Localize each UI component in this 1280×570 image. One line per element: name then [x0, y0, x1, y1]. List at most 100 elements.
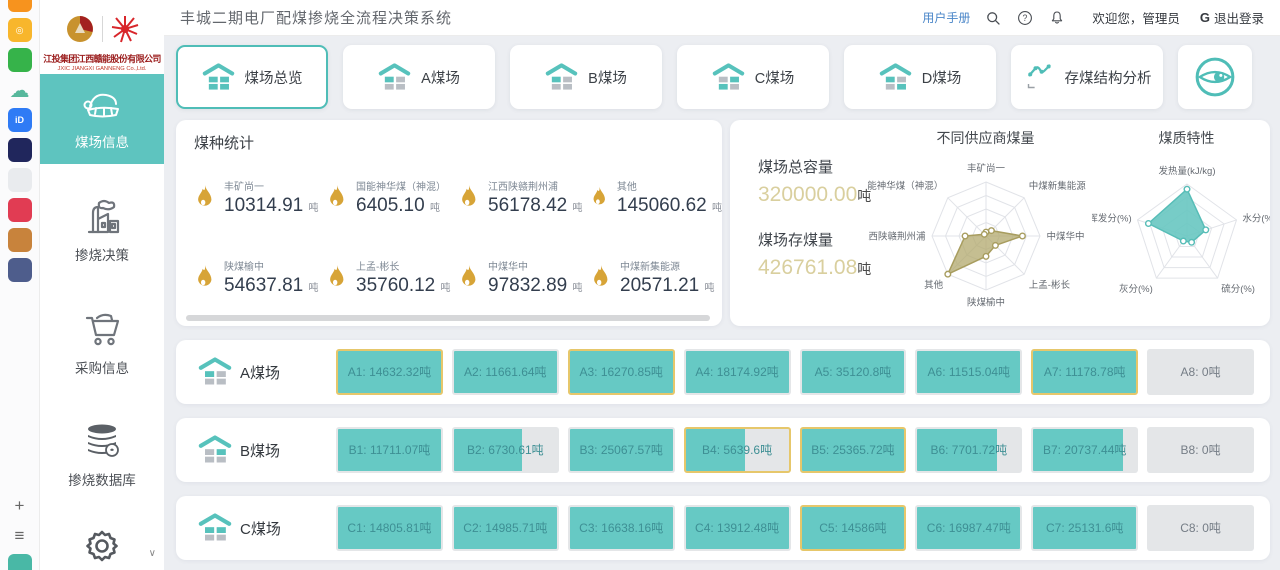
sidebar-item-coal-yard-info[interactable]: 煤场信息 — [40, 74, 164, 164]
yard-cell-c5[interactable]: C5: 14586吨 — [800, 505, 907, 551]
tab-yard-overview[interactable]: 煤场总览 — [176, 45, 328, 109]
yard-cell-b3[interactable]: B3: 25067.57吨 — [568, 427, 675, 473]
dock-game2-app-icon[interactable] — [8, 258, 32, 282]
yard-cell-c7[interactable]: C7: 25131.6吨 — [1031, 505, 1138, 551]
coal-name: 国能神华煤（神混） — [356, 178, 446, 193]
dock-green-app-icon[interactable] — [8, 48, 32, 72]
yard-tabs: 煤场总览 A煤场 B煤场 — [164, 36, 1280, 114]
sidebar-item-blending-decision[interactable]: 掺烧决策 — [40, 186, 164, 276]
yard-cell-b4[interactable]: B4: 5639.6吨 — [684, 427, 791, 473]
chevron-down-icon[interactable]: ∨ — [149, 548, 156, 559]
dock-menu-button[interactable]: ≡ — [15, 524, 25, 548]
svg-text:江西陕赣荆州浦: 江西陕赣荆州浦 — [868, 231, 926, 243]
dock-red-app-icon[interactable] — [8, 198, 32, 222]
yard-summary: 煤场总容量 320000.00吨 煤场存煤量 426761.08吨 — [730, 120, 868, 326]
dock-weibo-app-icon[interactable]: ◎ — [8, 18, 32, 42]
tab-yard-c[interactable]: C煤场 — [677, 45, 829, 109]
yard-cell-a2[interactable]: A2: 11661.64吨 — [452, 349, 559, 395]
database-icon — [81, 422, 123, 460]
yard-cell-c6[interactable]: C6: 16987.47吨 — [915, 505, 1022, 551]
capacity-label: 煤场总容量 — [758, 156, 868, 177]
yard-cell-b2[interactable]: B2: 6730.61吨 — [452, 427, 559, 473]
tab-yard-a[interactable]: A煤场 — [343, 45, 495, 109]
company-name-en: JXIC JIANGXI GANNENG Co.,Ltd. — [57, 65, 146, 71]
yard-b-header: B煤场 — [198, 435, 336, 465]
search-icon[interactable] — [984, 9, 1002, 27]
coal-stat-item: 上孟-彬长 35760.12 吨 — [326, 237, 458, 317]
yard-cell-a7[interactable]: A7: 11178.78吨 — [1031, 349, 1138, 395]
tab-label: 煤场总览 — [245, 67, 303, 88]
coal-value: 97832.89 吨 — [488, 275, 583, 297]
yard-cell-c4[interactable]: C4: 13912.48吨 — [684, 505, 791, 551]
dock-game1-app-icon[interactable] — [8, 228, 32, 252]
flame-icon — [458, 184, 480, 210]
sidebar-item-label: 掺烧数据库 — [68, 469, 136, 489]
yard-cell-a5[interactable]: A5: 35120.8吨 — [800, 349, 907, 395]
coal-name: 上孟-彬长 — [356, 258, 451, 273]
sidebar-item-label: 掺烧决策 — [75, 244, 129, 264]
horizontal-scrollbar[interactable] — [186, 315, 710, 321]
coal-name: 丰矿尚一 — [224, 178, 319, 193]
coal-value: 56178.42 吨 — [488, 195, 583, 217]
tab-label: B煤场 — [588, 67, 627, 88]
yard-b-row: B煤场 B1: 11711.07吨 B2: 6730.61吨 B3: 25067… — [176, 418, 1270, 482]
dock-add-button[interactable]: + — [15, 494, 25, 518]
coal-value: 20571.21 吨 — [620, 275, 715, 297]
yard-cell-a1[interactable]: A1: 14632.32吨 — [336, 349, 443, 395]
dock-grey-app-icon[interactable] — [8, 168, 32, 192]
house-icon — [879, 63, 912, 92]
yard-cell-c2[interactable]: C2: 14985.71吨 — [452, 505, 559, 551]
yard-cell-b7[interactable]: B7: 20737.44吨 — [1031, 427, 1138, 473]
tab-yard-b[interactable]: B煤场 — [510, 45, 662, 109]
coal-name: 其他 — [617, 178, 722, 193]
dock-cloud-app-icon[interactable]: ☁ — [8, 78, 32, 102]
svg-text:丰矿尚一: 丰矿尚一 — [967, 163, 1006, 175]
house-icon — [545, 63, 578, 92]
tab-storage-structure-analysis[interactable]: 存煤结构分析 — [1011, 45, 1163, 109]
sidebar-item-purchase-info[interactable]: 采购信息 — [40, 298, 164, 388]
coal-value: 10314.91 吨 — [224, 195, 319, 217]
supplier-chart-title: 不同供应商煤量 — [937, 128, 1035, 148]
yard-cell-c3[interactable]: C3: 16638.16吨 — [568, 505, 675, 551]
yard-cell-a8[interactable]: A8: 0吨 — [1147, 349, 1254, 395]
yard-cell-c1[interactable]: C1: 14805.81吨 — [336, 505, 443, 551]
yard-cell-a4[interactable]: A4: 18174.92吨 — [684, 349, 791, 395]
view-toggle-button[interactable] — [1178, 45, 1252, 109]
coal-value: 145060.62 吨 — [617, 195, 722, 217]
logout-label: 退出登录 — [1214, 8, 1264, 27]
coal-name: 中煤华中 — [488, 258, 583, 273]
yard-cell-b1[interactable]: B1: 11711.07吨 — [336, 427, 443, 473]
yard-cell-a6[interactable]: A6: 11515.04吨 — [915, 349, 1022, 395]
sidebar-item-blending-database[interactable]: 掺烧数据库 — [40, 410, 164, 500]
help-icon[interactable]: ? — [1016, 9, 1034, 27]
coal-stat-item: 其他 145060.62 吨 — [590, 157, 722, 237]
quality-radar-chart: 煤质特性 发热量(kJ/kg)水分(%)硫分(%)灰分(%)挥发分(%) — [1103, 120, 1270, 326]
user-manual-link[interactable]: 用户手册 — [922, 9, 970, 26]
dock-id-app-icon[interactable]: iD — [8, 108, 32, 132]
app-dock: ◎ ☁ iD + ≡ — [0, 0, 40, 570]
coal-name: 陕煤榆中 — [224, 258, 319, 273]
logo-divider — [102, 16, 103, 42]
yard-a-header: A煤场 — [198, 357, 336, 387]
yard-cell-b8[interactable]: B8: 0吨 — [1147, 427, 1254, 473]
dock-teal-app-icon[interactable] — [8, 554, 32, 570]
coal-stat-item: 江西陕赣荆州浦 56178.42 吨 — [458, 157, 590, 237]
yard-c-header: C煤场 — [198, 513, 336, 543]
yard-cell-b6[interactable]: B6: 7701.72吨 — [915, 427, 1022, 473]
notification-bell-icon[interactable] — [1048, 9, 1066, 27]
dock-orange-app-icon[interactable] — [8, 0, 32, 12]
cart-icon — [81, 310, 123, 348]
tab-yard-d[interactable]: D煤场 — [844, 45, 996, 109]
sidebar-item-system-settings[interactable]: ∨ 系统管理 — [40, 522, 164, 570]
structure-chart-icon — [1023, 63, 1055, 91]
yard-cell-b5[interactable]: B5: 25365.72吨 — [800, 427, 907, 473]
coal-stat-item: 中煤新集能源 20571.21 吨 — [590, 237, 722, 317]
flame-icon — [194, 264, 216, 290]
dock-navy-app-icon[interactable] — [8, 138, 32, 162]
logout-button[interactable]: G 退出登录 — [1200, 8, 1264, 27]
coal-value: 35760.12 吨 — [356, 275, 451, 297]
yard-cell-a3[interactable]: A3: 16270.85吨 — [568, 349, 675, 395]
yard-cell-c8[interactable]: C8: 0吨 — [1147, 505, 1254, 551]
tab-label: D煤场 — [922, 67, 961, 88]
yard-name: A煤场 — [240, 362, 280, 383]
